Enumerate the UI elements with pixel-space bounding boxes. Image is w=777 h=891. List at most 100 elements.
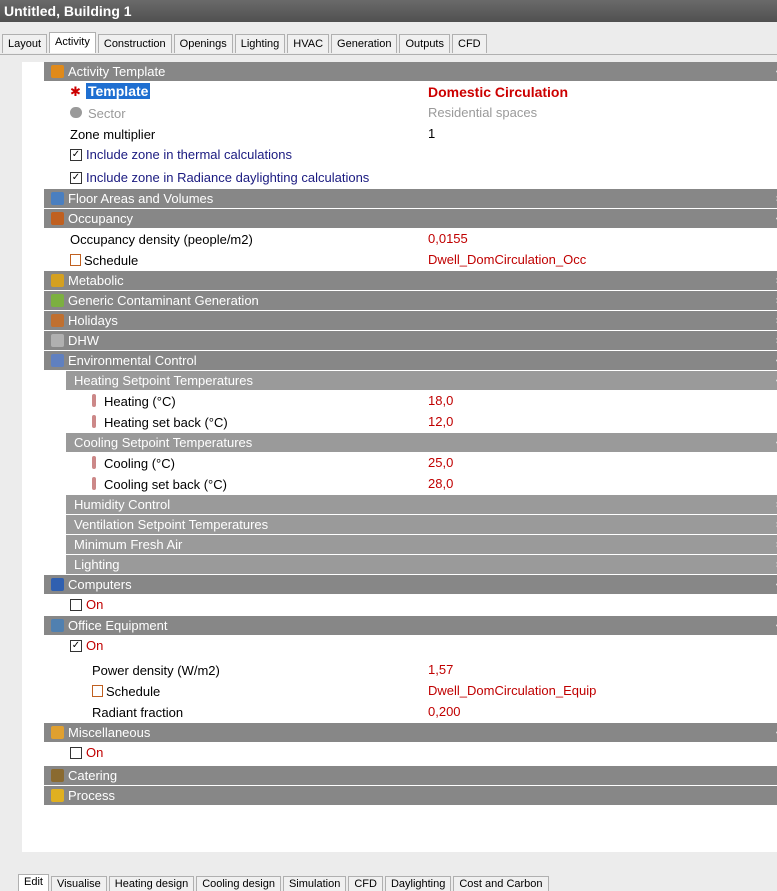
radiant-fraction-row: Radiant fraction 0,200 (44, 702, 777, 723)
floor-area-icon (51, 192, 64, 205)
miscellaneous-header[interactable]: Miscellaneous ‹ (44, 723, 777, 743)
thermometer-icon (92, 394, 96, 407)
heating-setback-label: Heating set back (°C) (104, 415, 228, 430)
tab-lighting[interactable]: Lighting (234, 34, 286, 53)
thermal-checkbox[interactable]: ✓ (70, 149, 82, 161)
tab-outputs[interactable]: Outputs (399, 34, 450, 53)
office-equipment-on-row: ✓ On (44, 636, 777, 660)
contaminant-icon (51, 294, 64, 307)
environmental-control-header[interactable]: Environmental Control ‹ (44, 351, 777, 371)
template-value[interactable]: Domestic Circulation (428, 84, 568, 100)
template-row[interactable]: ✱ Template Domestic Circulation (44, 82, 777, 103)
tab-visualise[interactable]: Visualise (50, 876, 107, 891)
office-equipment-checkbox[interactable]: ✓ (70, 640, 82, 652)
equipment-schedule-value[interactable]: Dwell_DomCirculation_Equip (428, 683, 596, 698)
occupancy-icon (51, 212, 64, 225)
metabolic-header[interactable]: Metabolic › (44, 271, 777, 291)
power-density-row: Power density (W/m2) 1,57 (44, 660, 777, 681)
radiance-calc-row: ✓ Include zone in Radiance daylighting c… (44, 166, 777, 189)
schedule-icon (92, 685, 103, 697)
tab-generation[interactable]: Generation (331, 34, 398, 53)
window-title: Untitled, Building 1 (0, 0, 777, 22)
bottom-tab-bar: Edit Visualise Heating design Cooling de… (0, 854, 777, 891)
cooling-setback-label: Cooling set back (°C) (104, 477, 227, 492)
equipment-schedule-row: Schedule Dwell_DomCirculation_Equip (44, 681, 777, 702)
heating-label: Heating (°C) (104, 394, 176, 409)
cooling-setback-value[interactable]: 28,0 (428, 476, 453, 491)
heating-value[interactable]: 18,0 (428, 393, 453, 408)
computers-checkbox[interactable] (70, 599, 82, 611)
miscellaneous-checkbox[interactable] (70, 747, 82, 759)
power-density-label: Power density (W/m2) (92, 663, 220, 678)
miscellaneous-icon (51, 726, 64, 739)
office-equipment-on-label: On (86, 638, 104, 653)
tab-cfd-bottom[interactable]: CFD (348, 876, 383, 891)
miscellaneous-on-label: On (86, 745, 104, 760)
power-density-value[interactable]: 1,57 (428, 662, 453, 677)
occupancy-density-row: Occupancy density (people/m2) 0,0155 (44, 229, 777, 250)
sector-label: Sector (88, 106, 126, 121)
cooling-setpoint-header[interactable]: Cooling Setpoint Temperatures ‹ (66, 433, 777, 453)
humidity-control-header[interactable]: Humidity Control › (66, 495, 777, 515)
thermometer-icon (92, 415, 96, 428)
miscellaneous-on-row: On (44, 743, 777, 766)
radiance-checkbox[interactable]: ✓ (70, 172, 82, 184)
holidays-icon (51, 314, 64, 327)
radiance-label: Include zone in Radiance daylighting cal… (86, 170, 370, 185)
running-person-icon: ✱ (70, 84, 81, 99)
tab-hvac[interactable]: HVAC (287, 34, 330, 53)
occupancy-density-value[interactable]: 0,0155 (428, 231, 468, 246)
holidays-header[interactable]: Holidays › (44, 311, 777, 331)
occupancy-schedule-row: Schedule Dwell_DomCirculation_Occ (44, 250, 777, 271)
schedule-icon (70, 254, 81, 266)
activity-template-header[interactable]: Activity Template ‹ (44, 62, 777, 82)
tab-heating-design[interactable]: Heating design (108, 876, 195, 891)
catering-icon (51, 769, 64, 782)
tab-construction[interactable]: Construction (97, 34, 172, 53)
dhw-header[interactable]: DHW › (44, 331, 777, 351)
cooling-value[interactable]: 25,0 (428, 455, 453, 470)
tab-baseline (0, 54, 777, 55)
zone-multiplier-label: Zone multiplier (70, 127, 156, 142)
process-header[interactable]: Process (44, 786, 777, 806)
metabolic-icon (51, 274, 64, 287)
radiant-fraction-value[interactable]: 0,200 (428, 704, 461, 719)
computers-on-label: On (86, 597, 104, 612)
heating-setpoint-header[interactable]: Heating Setpoint Temperatures ‹ (66, 371, 777, 391)
occupancy-header[interactable]: Occupancy ‹ (44, 209, 777, 229)
environmental-icon (51, 354, 64, 367)
zone-multiplier-row: Zone multiplier 1 (44, 124, 777, 145)
cooling-label: Cooling (°C) (104, 456, 175, 471)
catering-header[interactable]: Catering (44, 766, 777, 786)
tab-layout[interactable]: Layout (2, 34, 48, 53)
sector-icon (70, 107, 82, 118)
process-icon (51, 789, 64, 802)
tab-activity[interactable]: Activity (49, 32, 96, 53)
floor-areas-header[interactable]: Floor Areas and Volumes › (44, 189, 777, 209)
contaminant-header[interactable]: Generic Contaminant Generation › (44, 291, 777, 311)
occupancy-density-label: Occupancy density (people/m2) (70, 232, 253, 247)
tab-edit[interactable]: Edit (18, 874, 49, 891)
office-equipment-header[interactable]: Office Equipment ‹ (44, 616, 777, 636)
thermal-calc-row: ✓ Include zone in thermal calculations (44, 145, 777, 166)
heating-row: Heating (°C) 18,0 (44, 391, 777, 412)
tab-daylighting[interactable]: Daylighting (384, 876, 452, 891)
computer-icon (51, 578, 64, 591)
computers-header[interactable]: Computers ‹ (44, 575, 777, 595)
ventilation-setpoint-header[interactable]: Ventilation Setpoint Temperatures › (66, 515, 777, 535)
lighting-setpoint-header[interactable]: Lighting › (66, 555, 777, 575)
zone-multiplier-value[interactable]: 1 (428, 126, 435, 141)
computers-on-row: On (44, 595, 777, 616)
heating-setback-value[interactable]: 12,0 (428, 414, 453, 429)
thermometer-icon (92, 456, 96, 469)
tab-cfd[interactable]: CFD (452, 34, 487, 53)
tab-simulation[interactable]: Simulation (282, 876, 347, 891)
thermometer-icon (92, 477, 96, 490)
sector-value: Residential spaces (428, 105, 538, 120)
minimum-fresh-air-header[interactable]: Minimum Fresh Air › (66, 535, 777, 555)
occupancy-schedule-value[interactable]: Dwell_DomCirculation_Occ (428, 252, 586, 267)
activity-panel: Activity Template ‹ ✱ Template Domestic … (22, 62, 777, 852)
tab-cost-and-carbon[interactable]: Cost and Carbon (453, 876, 549, 891)
tab-cooling-design[interactable]: Cooling design (196, 876, 281, 891)
tab-openings[interactable]: Openings (173, 34, 233, 53)
